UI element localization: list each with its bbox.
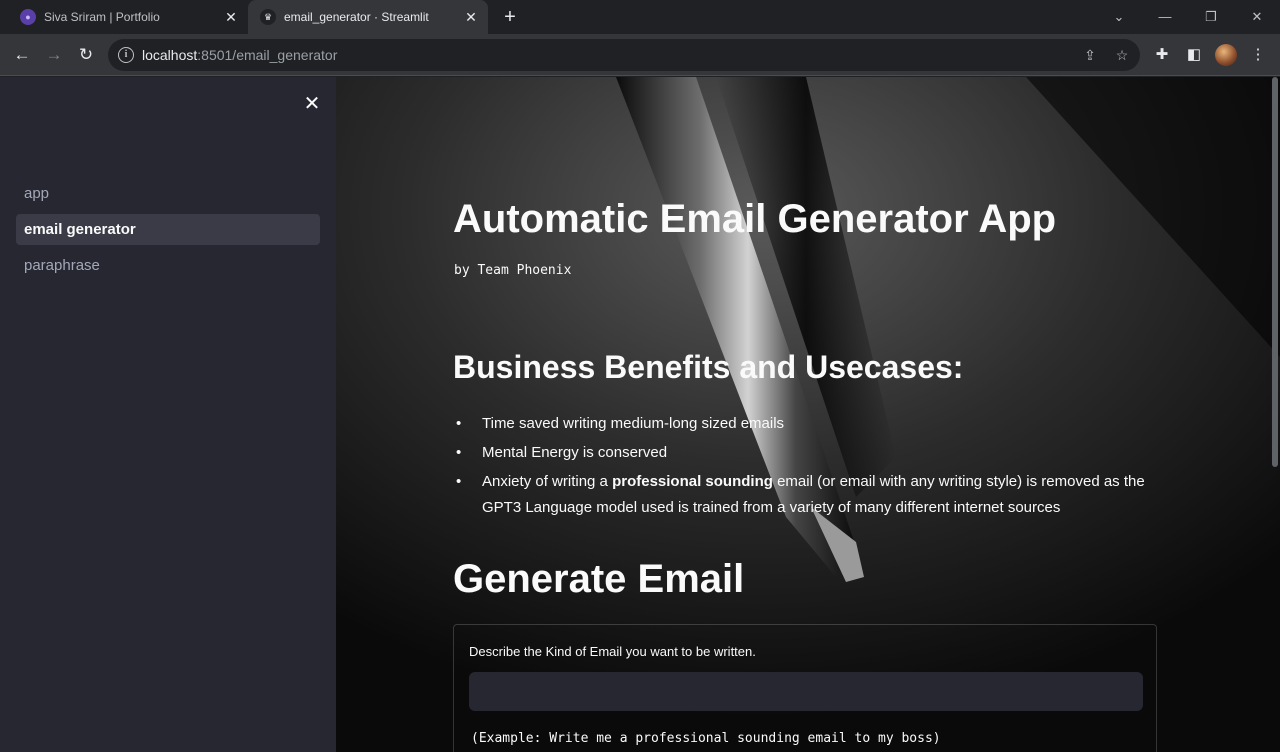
- list-item: • Mental Energy is conserved: [453, 440, 1157, 466]
- url-path: :8501/email_generator: [197, 47, 338, 63]
- byline: by Team Phoenix: [454, 263, 572, 278]
- bullet-icon: •: [456, 415, 462, 432]
- list-item: • Time saved writing medium-long sized em…: [453, 411, 1157, 437]
- restore-icon[interactable]: ❐: [1200, 6, 1222, 28]
- list-item-text: Anxiety of writing a: [482, 473, 613, 490]
- url-host: localhost: [142, 47, 198, 63]
- benefits-list: • Time saved writing medium-long sized em…: [453, 411, 1157, 524]
- site-info-icon[interactable]: i: [118, 47, 134, 63]
- list-item-text: Mental Energy is conserved: [482, 444, 668, 461]
- back-arrow-icon[interactable]: ←: [10, 43, 34, 67]
- email-description-label: Describe the Kind of Email you want to b…: [469, 644, 756, 659]
- kebab-menu-icon[interactable]: ⋮: [1247, 44, 1269, 66]
- list-item-text: Time saved writing medium-long sized ema…: [482, 415, 785, 432]
- portfolio-favicon-icon: ●: [20, 9, 36, 25]
- sidebar-item-app[interactable]: app: [16, 178, 320, 209]
- tab-title: Siva Sriram | Portfolio: [44, 10, 160, 24]
- tab-search-chevron-icon[interactable]: ⌄: [1108, 6, 1130, 28]
- url-text[interactable]: localhost:8501/email_generator: [142, 47, 337, 63]
- address-bar[interactable]: i localhost:8501/email_generator ⇪ ☆: [108, 39, 1140, 71]
- tab-close-icon[interactable]: ✕: [462, 9, 480, 26]
- generate-email-heading: Generate Email: [453, 557, 745, 601]
- browser-toolbar: ← → ↻ i localhost:8501/email_generator ⇪…: [0, 34, 1280, 76]
- tab-portfolio[interactable]: ● Siva Sriram | Portfolio ✕: [8, 0, 248, 34]
- profile-avatar[interactable]: [1215, 44, 1237, 66]
- email-description-input[interactable]: [469, 672, 1143, 711]
- list-item-bold-text: professional sounding: [612, 473, 773, 490]
- bookmark-star-icon[interactable]: ☆: [1112, 45, 1132, 65]
- sidebar-close-icon[interactable]: ✕: [300, 92, 324, 116]
- example-text: (Example: Write me a professional soundi…: [471, 731, 941, 746]
- close-window-icon[interactable]: ✕: [1246, 6, 1268, 28]
- forward-arrow-icon[interactable]: →: [42, 43, 66, 67]
- sidebar-item-email-generator[interactable]: email generator: [16, 214, 320, 245]
- page-title: Automatic Email Generator App: [453, 197, 1057, 241]
- new-tab-button[interactable]: +: [499, 6, 521, 28]
- bullet-icon: •: [456, 444, 462, 461]
- tab-close-icon[interactable]: ✕: [222, 9, 240, 26]
- scrollbar[interactable]: [1272, 77, 1278, 467]
- email-form: Describe the Kind of Email you want to b…: [453, 624, 1157, 752]
- tab-title: email_generator · Streamlit: [284, 10, 429, 24]
- tab-email-generator[interactable]: ♛ email_generator · Streamlit ✕: [248, 0, 488, 34]
- share-icon[interactable]: ⇪: [1080, 45, 1100, 65]
- list-item: • Anxiety of writing a professional sound…: [453, 469, 1157, 521]
- benefits-heading: Business Benefits and Usecases:: [453, 349, 964, 385]
- sidebar-item-paraphrase[interactable]: paraphrase: [16, 250, 320, 281]
- side-panel-icon[interactable]: ◧: [1183, 44, 1205, 66]
- bullet-icon: •: [456, 473, 462, 490]
- main-content: Automatic Email Generator App by Team Ph…: [336, 77, 1280, 752]
- minimize-icon[interactable]: —: [1154, 6, 1176, 28]
- sidebar: ✕ app email generator paraphrase: [0, 77, 336, 752]
- tab-strip: ● Siva Sriram | Portfolio ✕ ♛ email_gene…: [0, 0, 1280, 34]
- reload-icon[interactable]: ↻: [74, 43, 98, 67]
- streamlit-favicon-icon: ♛: [260, 9, 276, 25]
- extensions-puzzle-icon[interactable]: ✚: [1151, 44, 1173, 66]
